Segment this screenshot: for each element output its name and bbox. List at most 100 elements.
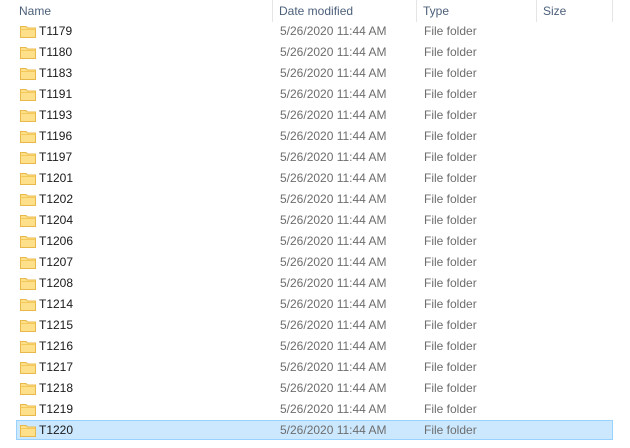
file-type: File folder	[424, 171, 477, 185]
file-list-row[interactable]: T1218 5/26/2020 11:44 AM File folder	[0, 378, 630, 399]
date-modified: 5/26/2020 11:44 AM	[280, 318, 387, 332]
file-type: File folder	[424, 150, 477, 164]
file-name: T1219	[39, 402, 74, 416]
file-list-row[interactable]: T1197 5/26/2020 11:44 AM File folder	[0, 147, 630, 168]
folder-icon	[20, 320, 36, 332]
file-name: T1220	[39, 423, 74, 437]
file-type: File folder	[424, 192, 477, 206]
file-name: T1193	[39, 108, 73, 122]
file-type: File folder	[424, 234, 477, 248]
file-name: T1208	[39, 276, 74, 290]
file-name: T1218	[39, 381, 74, 395]
date-modified: 5/26/2020 11:44 AM	[280, 381, 387, 395]
folder-icon	[20, 110, 36, 122]
file-list-row[interactable]: T1180 5/26/2020 11:44 AM File folder	[0, 42, 630, 63]
file-type: File folder	[424, 360, 477, 374]
file-name: T1183	[39, 66, 73, 80]
date-modified: 5/26/2020 11:44 AM	[280, 129, 387, 143]
file-name: T1179	[39, 24, 73, 38]
file-list-row[interactable]: T1208 5/26/2020 11:44 AM File folder	[0, 273, 630, 294]
date-modified: 5/26/2020 11:44 AM	[280, 360, 387, 374]
file-type: File folder	[424, 87, 477, 101]
date-modified: 5/26/2020 11:44 AM	[280, 297, 387, 311]
file-name: T1197	[39, 150, 73, 164]
file-type: File folder	[424, 45, 477, 59]
file-name: T1204	[39, 213, 74, 227]
column-header-name[interactable]: Name	[13, 0, 272, 22]
file-name: T1206	[39, 234, 74, 248]
file-list-row[interactable]: T1183 5/26/2020 11:44 AM File folder	[0, 63, 630, 84]
folder-icon	[20, 152, 36, 164]
file-list-row[interactable]: T1215 5/26/2020 11:44 AM File folder	[0, 315, 630, 336]
date-modified: 5/26/2020 11:44 AM	[280, 66, 387, 80]
column-header-date-modified[interactable]: Date modified	[273, 0, 416, 22]
date-modified: 5/26/2020 11:44 AM	[280, 192, 387, 206]
date-modified: 5/26/2020 11:44 AM	[280, 402, 387, 416]
file-type: File folder	[424, 108, 477, 122]
file-list-row[interactable]: T1207 5/26/2020 11:44 AM File folder	[0, 252, 630, 273]
file-type: File folder	[424, 24, 477, 38]
date-modified: 5/26/2020 11:44 AM	[280, 423, 387, 437]
file-type: File folder	[424, 66, 477, 80]
file-list-row[interactable]: T1206 5/26/2020 11:44 AM File folder	[0, 231, 630, 252]
folder-icon	[20, 47, 36, 59]
file-name: T1202	[39, 192, 74, 206]
file-type: File folder	[424, 297, 477, 311]
file-name: T1201	[39, 171, 74, 185]
column-header-size[interactable]: Size	[537, 0, 612, 22]
folder-icon	[20, 278, 36, 290]
file-list-row[interactable]: T1204 5/26/2020 11:44 AM File folder	[0, 210, 630, 231]
file-list-row[interactable]: T1216 5/26/2020 11:44 AM File folder	[0, 336, 630, 357]
file-type: File folder	[424, 423, 477, 437]
column-divider[interactable]	[612, 0, 613, 22]
file-name: T1207	[39, 255, 74, 269]
folder-icon	[20, 236, 36, 248]
file-list-row[interactable]: T1214 5/26/2020 11:44 AM File folder	[0, 294, 630, 315]
folder-icon	[20, 26, 36, 38]
file-type: File folder	[424, 255, 477, 269]
file-list-row[interactable]: T1220 5/26/2020 11:44 AM File folder	[0, 420, 630, 441]
file-list-row[interactable]: T1202 5/26/2020 11:44 AM File folder	[0, 189, 630, 210]
date-modified: 5/26/2020 11:44 AM	[280, 24, 387, 38]
date-modified: 5/26/2020 11:44 AM	[280, 213, 387, 227]
folder-icon	[20, 194, 36, 206]
file-name: T1215	[39, 318, 74, 332]
file-list: T1179 5/26/2020 11:44 AM File folder T11…	[0, 21, 630, 441]
file-name: T1196	[39, 129, 73, 143]
file-type: File folder	[424, 318, 477, 332]
folder-icon	[20, 215, 36, 227]
folder-icon	[20, 425, 36, 437]
file-list-row[interactable]: T1191 5/26/2020 11:44 AM File folder	[0, 84, 630, 105]
date-modified: 5/26/2020 11:44 AM	[280, 108, 387, 122]
date-modified: 5/26/2020 11:44 AM	[280, 87, 387, 101]
date-modified: 5/26/2020 11:44 AM	[280, 45, 387, 59]
folder-icon	[20, 383, 36, 395]
folder-icon	[20, 89, 36, 101]
folder-icon	[20, 404, 36, 416]
folder-icon	[20, 362, 36, 374]
file-name: T1217	[39, 360, 74, 374]
file-list-row[interactable]: T1196 5/26/2020 11:44 AM File folder	[0, 126, 630, 147]
folder-icon	[20, 341, 36, 353]
folder-icon	[20, 299, 36, 311]
date-modified: 5/26/2020 11:44 AM	[280, 171, 387, 185]
column-header-type[interactable]: Type	[417, 0, 536, 22]
column-header-bar: ^ Name Date modified Type Size	[0, 0, 630, 22]
file-type: File folder	[424, 339, 477, 353]
date-modified: 5/26/2020 11:44 AM	[280, 255, 387, 269]
date-modified: 5/26/2020 11:44 AM	[280, 234, 387, 248]
file-list-row[interactable]: T1219 5/26/2020 11:44 AM File folder	[0, 399, 630, 420]
file-list-row[interactable]: T1193 5/26/2020 11:44 AM File folder	[0, 105, 630, 126]
date-modified: 5/26/2020 11:44 AM	[280, 339, 387, 353]
file-name: T1216	[39, 339, 74, 353]
file-name: T1191	[39, 87, 73, 101]
file-type: File folder	[424, 276, 477, 290]
date-modified: 5/26/2020 11:44 AM	[280, 276, 387, 290]
file-type: File folder	[424, 402, 477, 416]
folder-icon	[20, 173, 36, 185]
file-list-row[interactable]: T1179 5/26/2020 11:44 AM File folder	[0, 21, 630, 42]
file-list-row[interactable]: T1217 5/26/2020 11:44 AM File folder	[0, 357, 630, 378]
file-type: File folder	[424, 213, 477, 227]
file-list-row[interactable]: T1201 5/26/2020 11:44 AM File folder	[0, 168, 630, 189]
file-type: File folder	[424, 381, 477, 395]
